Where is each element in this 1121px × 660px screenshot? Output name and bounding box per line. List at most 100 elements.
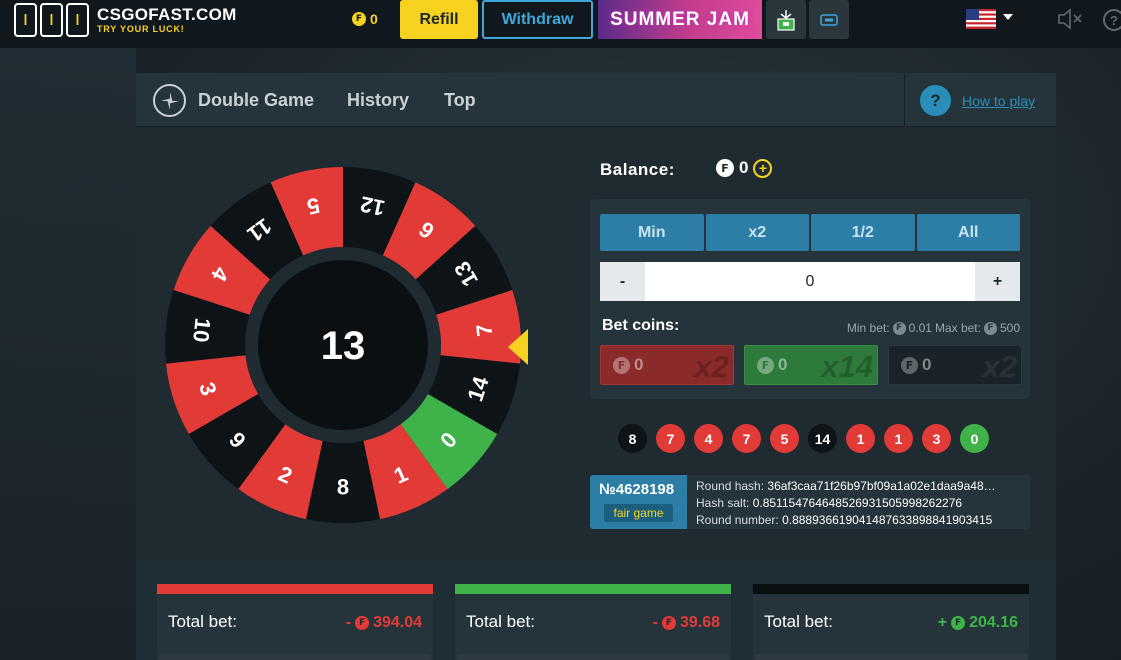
logo-tagline: TRY YOUR LUCK! <box>97 23 185 34</box>
coin-icon: F <box>661 616 676 630</box>
result-ball: 1 <box>884 424 913 453</box>
sound-muted-icon[interactable] <box>1057 8 1083 30</box>
result-ball: 14 <box>808 424 837 453</box>
logo-knife-icon: ǀ <box>40 3 63 37</box>
card-divider <box>755 654 1027 660</box>
coin-icon: F <box>901 356 918 374</box>
round-hash: Round hash: 36af3caa71f26b97bf09a1a02e1d… <box>696 479 996 493</box>
bet-black-multiplier: x2 <box>982 349 1017 384</box>
coin-icon: F <box>716 159 734 177</box>
coin-icon: F <box>892 321 906 335</box>
coin-icon: F <box>355 616 370 630</box>
add-balance-icon[interactable]: + <box>753 158 773 178</box>
half-bet-button[interactable]: 1/2 <box>811 214 915 251</box>
logo-knife-icon: ǀ <box>66 3 89 37</box>
us-flag-icon[interactable] <box>966 9 996 29</box>
chevron-down-icon[interactable] <box>1003 14 1013 21</box>
crate-button[interactable] <box>766 0 806 39</box>
how-to-play-icon[interactable]: ? <box>920 85 951 116</box>
bet-green-amount: 0 <box>778 355 788 374</box>
game-nav: Double Game History Top ? How to play <box>136 73 1056 127</box>
bet-black-amount: 0 <box>922 355 932 374</box>
refill-button[interactable]: Refill <box>400 0 478 39</box>
bet-panel: Min x2 1/2 All - + Bet coins: Min bet: F… <box>590 199 1030 399</box>
header-balance: F 0 <box>352 11 378 27</box>
max-bet-value: 500 <box>999 321 1020 335</box>
ticket-button[interactable] <box>809 0 849 39</box>
promo-banner[interactable]: SUMMER JAM <box>598 0 762 39</box>
bet-red-button[interactable]: F 0 x2 <box>600 345 734 385</box>
total-bet-green: Total bet: - F 39.68 <box>455 584 731 660</box>
decrease-bet-button[interactable]: - <box>600 262 645 301</box>
round-id-panel: №4628198 fair game <box>590 475 687 529</box>
tab-history[interactable]: History <box>347 90 409 111</box>
black-stripe <box>753 584 1029 594</box>
round-number: Round number: 0.888936619041487633898841… <box>696 513 993 527</box>
how-to-play-link[interactable]: How to play <box>962 93 1035 109</box>
bet-red-amount: 0 <box>634 355 644 374</box>
min-bet-button[interactable]: Min <box>600 214 704 251</box>
total-bet-value: - F 39.68 <box>652 614 720 631</box>
total-bet-black: Total bet: + F 204.16 <box>753 584 1029 660</box>
bet-limits: Min bet: F 0.01 Max bet: F 500 <box>847 321 1020 335</box>
tab-double-game[interactable]: Double Game <box>198 90 314 111</box>
balance-value: 0 <box>739 158 749 177</box>
max-bet-label: Max bet: <box>934 321 981 335</box>
result-ball: 1 <box>846 424 875 453</box>
result-ball: 3 <box>922 424 951 453</box>
wheel-segment-number: 12 <box>358 191 387 221</box>
card-divider <box>159 654 431 660</box>
tab-top[interactable]: Top <box>444 90 476 111</box>
total-bet-label: Total bet: <box>764 612 833 631</box>
wheel-segment-number: 10 <box>188 317 215 344</box>
header-balance-value: 0 <box>370 11 378 27</box>
balance-label: Balance: <box>600 160 675 179</box>
result-ball: 5 <box>770 424 799 453</box>
green-stripe <box>455 584 731 594</box>
logo-text: CSGOFAST.COM <box>97 4 237 24</box>
wheel-segment-number: 8 <box>337 475 349 500</box>
bet-coins-label: Bet coins: <box>602 317 680 334</box>
wheel-result-number: 13 <box>321 324 366 368</box>
coin-icon: F <box>983 321 997 335</box>
coin-icon: F <box>352 12 366 26</box>
roulette-wheel: 5 126137140182931041113 <box>165 167 521 523</box>
hash-salt: Hash salt: 0.851154764648526931505998262… <box>696 496 963 510</box>
bet-black-button[interactable]: F 0 x2 <box>888 345 1022 385</box>
total-bet-label: Total bet: <box>466 612 535 631</box>
withdraw-button[interactable]: Withdraw <box>482 0 593 39</box>
coin-icon: F <box>613 356 630 374</box>
min-bet-label: Min bet: <box>846 321 890 335</box>
bet-green-button[interactable]: F 0 x14 <box>744 345 878 385</box>
fair-game-link[interactable]: fair game <box>604 504 673 522</box>
recent-results: 8 7 4 7 5 14 1 1 3 0 <box>618 424 989 453</box>
result-ball: 7 <box>732 424 761 453</box>
double-game-icon <box>153 84 186 117</box>
total-bet-value: + F 204.16 <box>937 614 1018 631</box>
wheel-pointer-icon <box>508 329 528 365</box>
coin-icon: F <box>951 616 966 630</box>
result-ball: 0 <box>960 424 989 453</box>
coin-icon: F <box>757 356 774 374</box>
background-art-left <box>0 48 136 660</box>
total-bet-value: - F 394.04 <box>345 614 422 631</box>
result-ball: 4 <box>694 424 723 453</box>
all-in-button[interactable]: All <box>916 214 1020 251</box>
quick-bet-row: Min x2 1/2 All <box>600 214 1020 251</box>
logo-knife-icon: ǀ <box>14 3 37 37</box>
site-logo[interactable]: ǀ ǀ ǀ CSGOFAST.COM TRY YOUR LUCK! <box>14 3 237 37</box>
balance-display: F 0 + <box>716 158 773 178</box>
min-bet-value: 0.01 <box>908 321 932 335</box>
crate-icon <box>777 9 795 31</box>
help-icon[interactable]: ? <box>1103 9 1121 31</box>
total-bet-label: Total bet: <box>168 612 237 631</box>
total-bet-red: Total bet: - F 394.04 <box>157 584 433 660</box>
increase-bet-button[interactable]: + <box>975 262 1020 301</box>
result-ball: 7 <box>656 424 685 453</box>
nav-divider <box>904 73 905 127</box>
bet-amount-input[interactable] <box>645 262 975 301</box>
double-bet-button[interactable]: x2 <box>705 214 809 251</box>
bet-green-multiplier: x14 <box>821 349 873 384</box>
round-info: №4628198 fair game Round hash: 36af3caa7… <box>590 475 1030 529</box>
top-bar: ǀ ǀ ǀ CSGOFAST.COM TRY YOUR LUCK! F 0 Re… <box>0 0 1121 48</box>
